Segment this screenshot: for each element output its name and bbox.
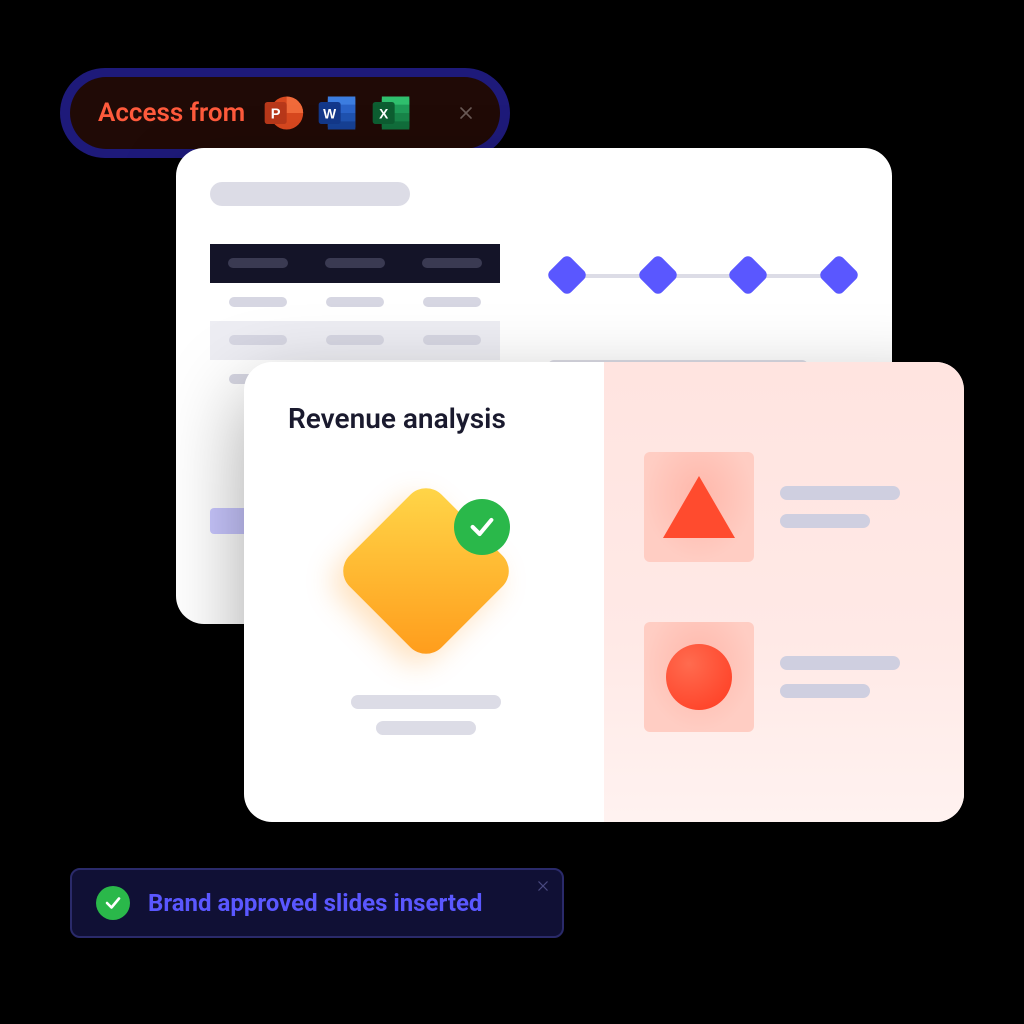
circle-icon	[644, 622, 754, 732]
caption-placeholder	[351, 695, 501, 735]
list-item-text	[780, 656, 900, 698]
close-icon[interactable]	[538, 880, 548, 894]
title-placeholder	[210, 182, 410, 206]
status-toast: Brand approved slides inserted	[70, 868, 564, 938]
brand-object	[336, 481, 516, 661]
table-row	[210, 321, 500, 360]
timeline-node	[727, 254, 769, 296]
slide-title: Revenue analysis	[288, 402, 564, 435]
powerpoint-icon: P	[261, 91, 305, 135]
table-row	[210, 283, 500, 322]
timeline-node	[636, 254, 678, 296]
timeline-node	[818, 254, 860, 296]
timeline-node	[546, 254, 588, 296]
svg-text:X: X	[379, 107, 389, 122]
svg-text:P: P	[271, 107, 281, 123]
status-message: Brand approved slides inserted	[148, 889, 482, 917]
access-toast-label: Access from	[98, 98, 245, 128]
close-icon[interactable]	[458, 105, 474, 121]
excel-icon: X	[369, 91, 413, 135]
slide-card: Revenue analysis	[244, 362, 964, 822]
slide-left-pane: Revenue analysis	[244, 362, 604, 822]
check-icon	[96, 886, 130, 920]
list-item-text	[780, 486, 900, 528]
list-item	[644, 452, 924, 562]
slide-right-pane	[604, 362, 964, 822]
svg-text:W: W	[323, 107, 336, 122]
table-header	[210, 244, 500, 283]
access-toast: Access from P W	[60, 68, 510, 158]
list-item	[644, 622, 924, 732]
word-icon: W	[315, 91, 359, 135]
check-badge	[454, 499, 510, 555]
access-toast-inner: Access from P W	[70, 77, 500, 149]
triangle-icon	[644, 452, 754, 562]
